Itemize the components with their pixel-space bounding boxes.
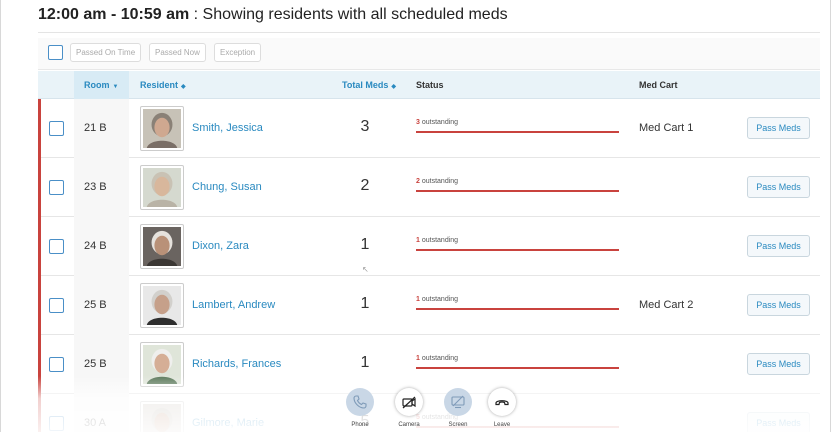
mouse-cursor-icon: ↖	[362, 265, 369, 274]
status-bar	[416, 367, 619, 369]
camera-label: Camera	[398, 422, 420, 428]
med-status: 1 outstanding	[416, 237, 620, 251]
table-row: 24 B Dixon, Zara 1 1 outstanding Pass Meds	[38, 217, 820, 276]
pass-meds-button[interactable]: Pass Meds	[747, 294, 810, 316]
passed-now-button[interactable]: Passed Now	[149, 43, 206, 62]
resident-avatar	[143, 168, 181, 207]
page-description: : Showing residents with all scheduled m…	[189, 6, 508, 23]
total-meds-count: 2	[360, 177, 370, 194]
screen-share-icon	[451, 395, 465, 409]
exception-button[interactable]: Exception	[214, 43, 262, 62]
room-number: 21 B	[84, 122, 107, 134]
room-number: 24 B	[84, 240, 107, 252]
status-bar	[416, 131, 619, 133]
bulk-action-toolbar: Passed On Time Passed Now Exception	[38, 38, 820, 70]
outstanding-indicator	[38, 217, 41, 276]
resident-name-link[interactable]: Lambert, Andrew	[192, 299, 275, 311]
row-checkbox[interactable]	[49, 121, 64, 136]
med-status: 1 outstanding	[416, 355, 620, 369]
phone-button[interactable]	[346, 388, 374, 416]
med-cart-label: Med Cart 1	[639, 122, 694, 134]
med-cart-column-header: Med Cart	[639, 80, 678, 90]
med-status: 3 outstanding	[416, 119, 620, 133]
outstanding-label: outstanding	[419, 119, 459, 126]
sort-icon: ◆	[391, 84, 396, 90]
med-cart-label: Med Cart 2	[639, 299, 694, 311]
room-column-header[interactable]: Room ▼	[84, 71, 118, 99]
outstanding-label: outstanding	[419, 355, 459, 362]
camera-off-icon	[402, 396, 416, 409]
resident-photo	[140, 283, 184, 328]
total-meds-count: 1	[360, 295, 370, 312]
resident-name-link[interactable]: Chung, Susan	[192, 181, 262, 193]
resident-name-link[interactable]: Smith, Jessica	[192, 122, 263, 134]
select-all-checkbox[interactable]	[48, 45, 63, 60]
phone-icon	[353, 395, 367, 409]
med-pass-screen: 12:00 am - 10:59 am : Showing residents …	[0, 0, 831, 432]
resident-avatar	[143, 286, 181, 325]
row-checkbox[interactable]	[49, 298, 64, 313]
row-checkbox[interactable]	[49, 357, 64, 372]
sort-icon: ◆	[181, 84, 186, 90]
outstanding-label: outstanding	[419, 237, 459, 244]
screen-label: Screen	[448, 422, 468, 428]
resident-column-header[interactable]: Resident ◆	[140, 71, 186, 99]
resident-avatar	[143, 109, 181, 148]
screen-share-button[interactable]	[444, 388, 472, 416]
status-bar	[416, 190, 619, 192]
outstanding-indicator	[38, 99, 41, 158]
pass-meds-button[interactable]: Pass Meds	[747, 353, 810, 375]
phone-label: Phone	[351, 422, 369, 428]
med-status: 1 outstanding	[416, 296, 620, 310]
leave-label: Leave	[493, 422, 511, 428]
header-divider	[38, 32, 820, 33]
status-bar	[416, 308, 619, 310]
pass-meds-button[interactable]: Pass Meds	[747, 117, 810, 139]
outstanding-label: outstanding	[419, 178, 459, 185]
table-row: 23 B Chung, Susan 2 2 outstanding Pass Meds	[38, 158, 820, 217]
time-range: 12:00 am - 10:59 am	[38, 6, 190, 23]
resident-photo	[140, 106, 184, 151]
outstanding-indicator	[38, 158, 41, 217]
pass-meds-button[interactable]: Pass Meds	[747, 235, 810, 257]
med-status: 2 outstanding	[416, 178, 620, 192]
resident-name-link[interactable]: Dixon, Zara	[192, 240, 249, 252]
hang-up-icon	[495, 400, 509, 406]
resident-avatar	[143, 227, 181, 266]
room-number: 23 B	[84, 181, 107, 193]
sort-desc-icon: ▼	[112, 84, 119, 90]
total-meds-column-header[interactable]: Total Meds ◆	[342, 71, 396, 99]
room-number: 25 B	[84, 358, 107, 370]
table-header: Room ▼ Resident ◆ Total Meds ◆ Status Med C…	[38, 71, 820, 99]
page-title: 12:00 am - 10:59 am : Showing residents …	[38, 6, 508, 24]
row-checkbox[interactable]	[49, 239, 64, 254]
row-checkbox[interactable]	[49, 180, 64, 195]
outstanding-label: outstanding	[419, 296, 459, 303]
total-meds-count: 1	[360, 354, 370, 371]
total-meds-count: 1	[360, 236, 370, 253]
leave-button[interactable]	[488, 388, 516, 416]
resident-photo	[140, 224, 184, 269]
passed-on-time-button[interactable]: Passed On Time	[70, 43, 142, 62]
status-column-header: Status	[416, 80, 444, 90]
resident-photo	[140, 165, 184, 210]
table-row: 25 B Lambert, Andrew 1 1 outstanding Med Car…	[38, 276, 820, 335]
outstanding-indicator	[38, 276, 41, 335]
resident-name-link[interactable]: Richards, Frances	[192, 358, 281, 370]
status-bar	[416, 249, 619, 251]
room-number: 25 B	[84, 299, 107, 311]
table-row: 21 B Smith, Jessica 3 3 outstanding Med Cart…	[38, 99, 820, 158]
pass-meds-button[interactable]: Pass Meds	[747, 176, 810, 198]
camera-button[interactable]	[395, 388, 423, 416]
total-meds-count: 3	[360, 118, 370, 135]
